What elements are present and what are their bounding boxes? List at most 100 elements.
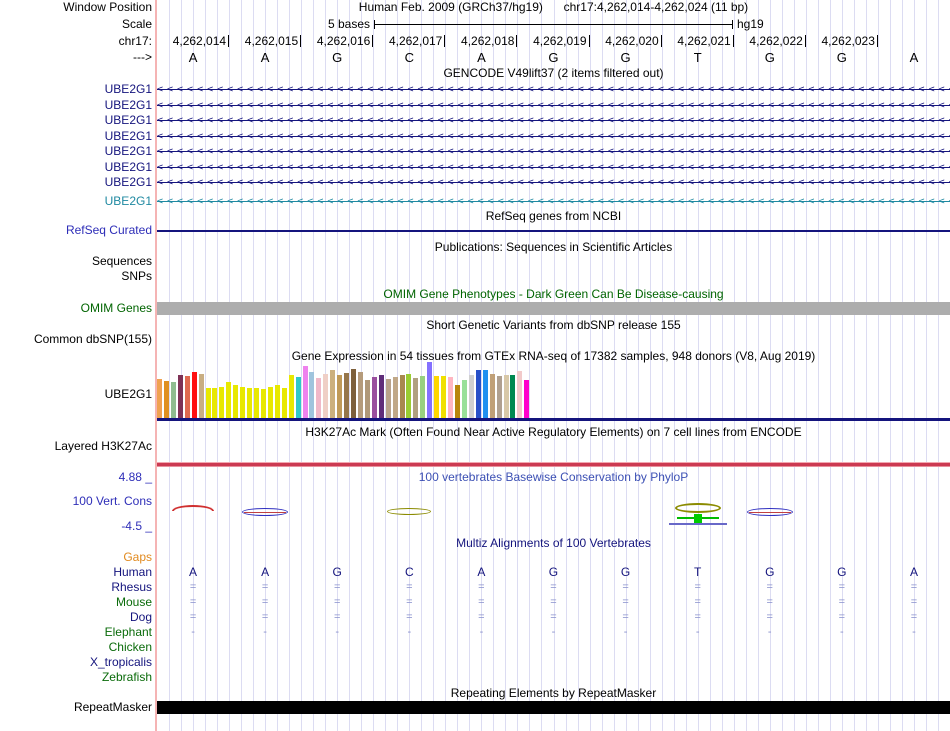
transcript-label[interactable]: UBE2G1 — [0, 99, 152, 112]
gtex-bar[interactable] — [295, 377, 301, 419]
repeatmasker-track-title[interactable]: Repeating Elements by RepeatMasker — [157, 687, 950, 700]
h3k27ac-track-title[interactable]: H3K27Ac Mark (Often Found Near Active Re… — [157, 426, 950, 439]
h3k27ac-signal-band[interactable] — [157, 462, 950, 467]
gtex-bar[interactable] — [441, 376, 447, 419]
gtex-bar[interactable] — [205, 388, 211, 419]
gtex-bar[interactable] — [233, 385, 239, 419]
gtex-track-title[interactable]: Gene Expression in 54 tissues from GTEx … — [157, 350, 950, 363]
refseq-curated-label[interactable]: RefSeq Curated — [0, 224, 152, 237]
gtex-bar[interactable] — [309, 372, 315, 419]
multiz-row-label[interactable]: Mouse — [0, 596, 152, 609]
gtex-bar[interactable] — [413, 378, 419, 419]
gtex-bar[interactable] — [475, 370, 481, 419]
snps-label[interactable]: SNPs — [0, 270, 152, 283]
gtex-bar[interactable] — [281, 388, 287, 419]
gtex-bar[interactable] — [323, 374, 329, 419]
gtex-bar[interactable] — [364, 380, 370, 419]
transcript-intron-arrows[interactable]: <<<<<<<<<<<<<<<<<<<<<<<<<<<<<<<<<<<<<<<<… — [157, 145, 950, 158]
gtex-bar[interactable] — [163, 381, 169, 419]
multiz-row-label[interactable]: Gaps — [0, 551, 152, 564]
transcript-intron-arrows[interactable]: <<<<<<<<<<<<<<<<<<<<<<<<<<<<<<<<<<<<<<<<… — [157, 176, 950, 189]
gtex-bar[interactable] — [330, 370, 336, 419]
multiz-row-label[interactable]: Elephant — [0, 626, 152, 639]
sequences-label[interactable]: Sequences — [0, 255, 152, 268]
gtex-bar[interactable] — [406, 374, 412, 419]
omim-gene-bar[interactable] — [157, 302, 950, 315]
omim-track-title[interactable]: OMIM Gene Phenotypes - Dark Green Can Be… — [157, 288, 950, 301]
transcript-intron-arrows[interactable]: <<<<<<<<<<<<<<<<<<<<<<<<<<<<<<<<<<<<<<<<… — [157, 195, 950, 208]
transcript-label[interactable]: UBE2G1 — [0, 114, 152, 127]
transcript-intron-arrows[interactable]: <<<<<<<<<<<<<<<<<<<<<<<<<<<<<<<<<<<<<<<<… — [157, 114, 950, 127]
gtex-bar[interactable] — [399, 375, 405, 419]
gtex-bar[interactable] — [448, 377, 454, 419]
gtex-bar[interactable] — [489, 374, 495, 419]
repeatmasker-element-bar[interactable] — [157, 701, 950, 714]
gtex-bar[interactable] — [226, 382, 232, 419]
phylop-track-title[interactable]: 100 vertebrates Basewise Conservation by… — [157, 471, 950, 484]
gtex-bar[interactable] — [177, 375, 183, 419]
gtex-bar[interactable] — [496, 376, 502, 419]
transcript-intron-arrows[interactable]: <<<<<<<<<<<<<<<<<<<<<<<<<<<<<<<<<<<<<<<<… — [157, 161, 950, 174]
publications-track-title[interactable]: Publications: Sequences in Scientific Ar… — [157, 241, 950, 254]
multiz-track-title[interactable]: Multiz Alignments of 100 Vertebrates — [157, 537, 950, 550]
refseq-track-title[interactable]: RefSeq genes from NCBI — [157, 210, 950, 223]
h3k27ac-label[interactable]: Layered H3K27Ac — [0, 440, 152, 453]
gtex-bar[interactable] — [212, 388, 218, 419]
gtex-bar[interactable] — [260, 389, 266, 419]
gtex-bar[interactable] — [219, 387, 225, 419]
dbsnp-track-title[interactable]: Short Genetic Variants from dbSNP releas… — [157, 319, 950, 332]
gtex-bar[interactable] — [454, 385, 460, 419]
gtex-bar[interactable] — [385, 379, 391, 419]
gtex-bar[interactable] — [357, 372, 363, 419]
gtex-bar[interactable] — [302, 366, 308, 419]
gtex-bar[interactable] — [170, 382, 176, 419]
transcript-label[interactable]: UBE2G1 — [0, 145, 152, 158]
dbsnp-label[interactable]: Common dbSNP(155) — [0, 333, 152, 346]
gtex-bar[interactable] — [344, 373, 350, 419]
gtex-bar[interactable] — [351, 369, 357, 419]
gtex-bar[interactable] — [392, 377, 398, 419]
gtex-bar[interactable] — [524, 380, 530, 419]
gtex-gene-label[interactable]: UBE2G1 — [0, 388, 152, 401]
transcript-label[interactable]: UBE2G1 — [0, 176, 152, 189]
gtex-bar[interactable] — [267, 387, 273, 419]
transcript-label[interactable]: UBE2G1 — [0, 195, 152, 208]
multiz-row-label[interactable]: X_tropicalis — [0, 656, 152, 669]
gtex-bar[interactable] — [184, 376, 190, 419]
gtex-bar[interactable] — [517, 371, 523, 419]
multiz-row-label[interactable]: Zebrafish — [0, 671, 152, 684]
omim-genes-label[interactable]: OMIM Genes — [0, 302, 152, 315]
gtex-bar[interactable] — [337, 375, 343, 419]
gtex-bar[interactable] — [468, 375, 474, 419]
multiz-row-label[interactable]: Dog — [0, 611, 152, 624]
gtex-bar[interactable] — [434, 376, 440, 419]
multiz-row-label[interactable]: Chicken — [0, 641, 152, 654]
phylop-track-label[interactable]: 100 Vert. Cons — [0, 495, 152, 508]
gencode-track-title[interactable]: GENCODE V49lift37 (2 items filtered out) — [157, 67, 950, 80]
gtex-bar[interactable] — [482, 370, 488, 419]
gtex-bar[interactable] — [157, 379, 162, 419]
gtex-bar[interactable] — [510, 375, 516, 419]
gtex-bar[interactable] — [427, 362, 433, 419]
gtex-bar[interactable] — [274, 385, 280, 419]
gtex-bar[interactable] — [420, 376, 426, 419]
gtex-bar[interactable] — [378, 375, 384, 419]
gtex-bar[interactable] — [288, 375, 294, 419]
gtex-bar[interactable] — [191, 372, 197, 419]
repeatmasker-label[interactable]: RepeatMasker — [0, 701, 152, 714]
gtex-bar[interactable] — [316, 378, 322, 419]
transcript-intron-arrows[interactable]: <<<<<<<<<<<<<<<<<<<<<<<<<<<<<<<<<<<<<<<<… — [157, 130, 950, 143]
gtex-bar[interactable] — [247, 388, 253, 419]
gtex-bar[interactable] — [503, 375, 509, 419]
transcript-label[interactable]: UBE2G1 — [0, 83, 152, 96]
refseq-gene-bar[interactable] — [157, 230, 950, 232]
gtex-bar[interactable] — [461, 380, 467, 419]
gtex-bar[interactable] — [198, 374, 204, 419]
multiz-row-label[interactable]: Human — [0, 566, 152, 579]
gtex-bar[interactable] — [254, 388, 260, 419]
transcript-label[interactable]: UBE2G1 — [0, 130, 152, 143]
transcript-intron-arrows[interactable]: <<<<<<<<<<<<<<<<<<<<<<<<<<<<<<<<<<<<<<<<… — [157, 99, 950, 112]
gtex-bar[interactable] — [371, 377, 377, 419]
multiz-row-label[interactable]: Rhesus — [0, 581, 152, 594]
transcript-label[interactable]: UBE2G1 — [0, 161, 152, 174]
